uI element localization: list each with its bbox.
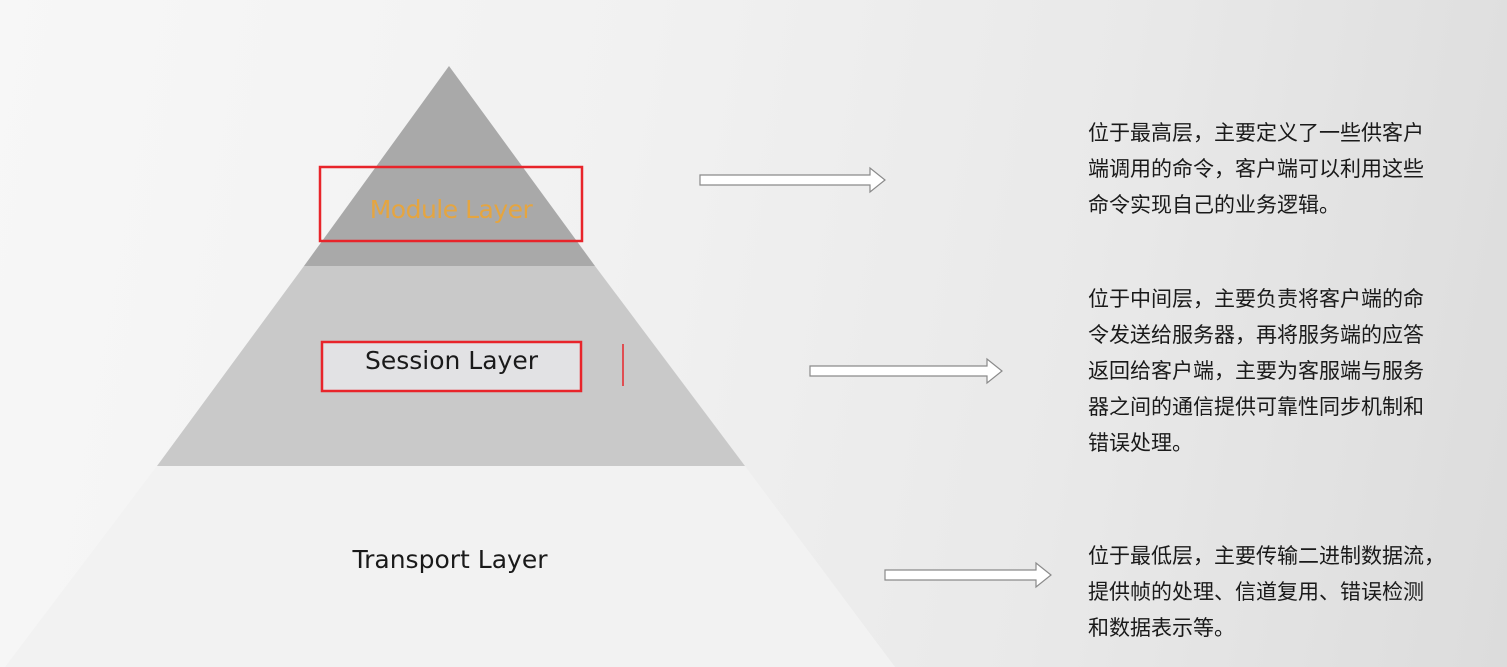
session-layer-label: Session Layer bbox=[364, 346, 539, 375]
session-arrow-icon bbox=[809, 357, 1003, 385]
module-arrow-icon bbox=[699, 166, 886, 194]
session-layer-description: 位于中间层，主要负责将客户端的命 令发送给服务器，再将服务端的应答 返回给客户端… bbox=[1088, 287, 1424, 455]
module-layer-description: 位于最高层，主要定义了一些供客户 端调用的命令，客户端可以利用这些 命令实现自己… bbox=[1088, 121, 1424, 217]
transport-layer-description: 位于最低层，主要传输二进制数据流， 提供帧的处理、信道复用、错误检测 和数据表示… bbox=[1088, 544, 1445, 640]
transport-layer-label: Transport Layer bbox=[352, 545, 548, 574]
diagram-stage: Module Layer Session Layer Transport Lay… bbox=[0, 0, 1507, 667]
module-layer-label: Module Layer bbox=[369, 195, 533, 224]
transport-arrow-icon bbox=[884, 561, 1052, 589]
